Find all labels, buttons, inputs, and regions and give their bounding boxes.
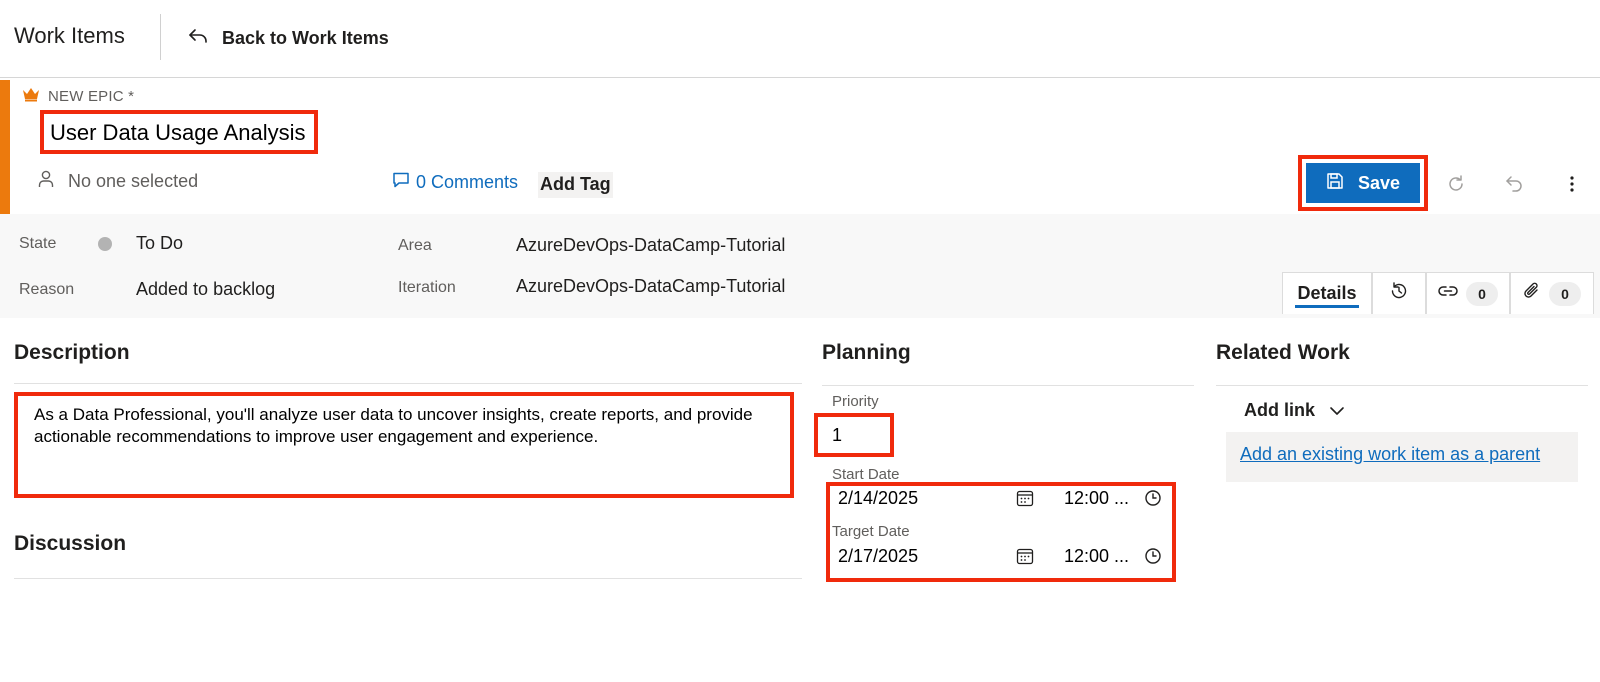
target-date-value: 2/17/2025 xyxy=(838,545,919,566)
state-dropdown[interactable]: To Do xyxy=(136,233,183,254)
add-tag-button[interactable]: Add Tag xyxy=(538,172,613,198)
comments-label: 0 Comments xyxy=(416,172,519,192)
save-label: Save xyxy=(1357,172,1401,193)
related-work-heading: Related Work xyxy=(1216,341,1350,364)
start-date-label: Start Date xyxy=(832,466,900,483)
calendar-icon[interactable] xyxy=(1012,487,1038,509)
add-link-dropdown[interactable]: Add link xyxy=(1244,400,1345,421)
back-to-work-items-button[interactable]: Back to Work Items xyxy=(188,24,389,52)
undo-icon[interactable] xyxy=(1500,170,1528,198)
save-button[interactable]: Save xyxy=(1306,163,1420,203)
description-editor[interactable]: As a Data Professional, you'll analyze u… xyxy=(14,392,794,498)
planning-divider xyxy=(822,385,1194,386)
crown-icon xyxy=(22,86,40,107)
iteration-dropdown[interactable]: AzureDevOps-DataCamp-Tutorial xyxy=(516,276,785,297)
work-item-type: NEW EPIC * xyxy=(22,86,134,107)
link-icon xyxy=(1438,284,1458,303)
tab-details-label: Details xyxy=(1297,283,1357,303)
description-divider xyxy=(14,383,802,384)
save-icon xyxy=(1326,172,1344,195)
state-indicator xyxy=(98,237,112,251)
tab-history[interactable] xyxy=(1372,272,1426,314)
back-arrow-icon xyxy=(188,27,208,50)
save-button-highlight: Save xyxy=(1298,155,1428,211)
assignee-label: No one selected xyxy=(68,171,199,191)
clock-icon[interactable] xyxy=(1140,545,1166,567)
add-parent-panel: Add an existing work item as a parent xyxy=(1226,432,1578,482)
target-date-field[interactable]: 2/17/2025 12:00 ... xyxy=(838,542,1168,570)
header-divider xyxy=(160,14,161,60)
comment-icon xyxy=(392,172,410,193)
type-label: NEW EPIC * xyxy=(48,88,135,105)
start-date-value: 2/14/2025 xyxy=(838,487,919,508)
state-label: State xyxy=(19,235,57,252)
reason-label: Reason xyxy=(19,281,75,298)
add-link-label: Add link xyxy=(1244,400,1315,420)
reason-dropdown[interactable]: Added to backlog xyxy=(136,279,275,300)
links-count-badge: 0 xyxy=(1466,281,1498,306)
attachments-count-badge: 0 xyxy=(1549,281,1581,306)
iteration-label: Iteration xyxy=(398,279,456,296)
target-date-label: Target Date xyxy=(832,523,910,540)
chevron-down-icon xyxy=(1329,400,1345,421)
history-icon xyxy=(1389,281,1409,306)
start-date-field[interactable]: 2/14/2025 12:00 ... xyxy=(838,484,1168,512)
app-title: Work Items xyxy=(14,23,125,48)
add-parent-link[interactable]: Add an existing work item as a parent xyxy=(1240,444,1540,464)
detail-tabs: Details 0 0 xyxy=(1282,272,1594,314)
title-field[interactable]: User Data Usage Analysis xyxy=(40,110,318,154)
back-label: Back to Work Items xyxy=(222,27,389,48)
epic-accent-bar xyxy=(0,80,10,214)
priority-label: Priority xyxy=(832,393,879,410)
target-time-value[interactable]: 12:00 ... xyxy=(1064,546,1138,567)
refresh-icon[interactable] xyxy=(1442,170,1470,198)
clock-icon[interactable] xyxy=(1140,487,1166,509)
area-dropdown[interactable]: AzureDevOps-DataCamp-Tutorial xyxy=(516,235,785,256)
comments-link[interactable]: 0 Comments xyxy=(392,172,518,193)
related-work-divider xyxy=(1216,385,1588,386)
priority-field[interactable]: 1 xyxy=(814,413,894,457)
person-icon xyxy=(38,170,54,193)
more-options-icon[interactable] xyxy=(1558,170,1586,198)
top-bar: Work Items Back to Work Items xyxy=(0,0,1600,78)
assignee-picker[interactable]: No one selected xyxy=(38,170,198,193)
tab-attachments[interactable]: 0 xyxy=(1510,272,1594,314)
tab-links[interactable]: 0 xyxy=(1426,272,1510,314)
paperclip-icon xyxy=(1523,281,1541,306)
discussion-divider xyxy=(14,578,802,579)
discussion-heading: Discussion xyxy=(14,532,127,555)
start-time-value[interactable]: 12:00 ... xyxy=(1064,488,1138,509)
area-label: Area xyxy=(398,237,432,254)
planning-heading: Planning xyxy=(822,341,911,364)
tab-details[interactable]: Details xyxy=(1282,272,1372,314)
description-heading: Description xyxy=(14,341,130,364)
calendar-icon[interactable] xyxy=(1012,545,1038,567)
